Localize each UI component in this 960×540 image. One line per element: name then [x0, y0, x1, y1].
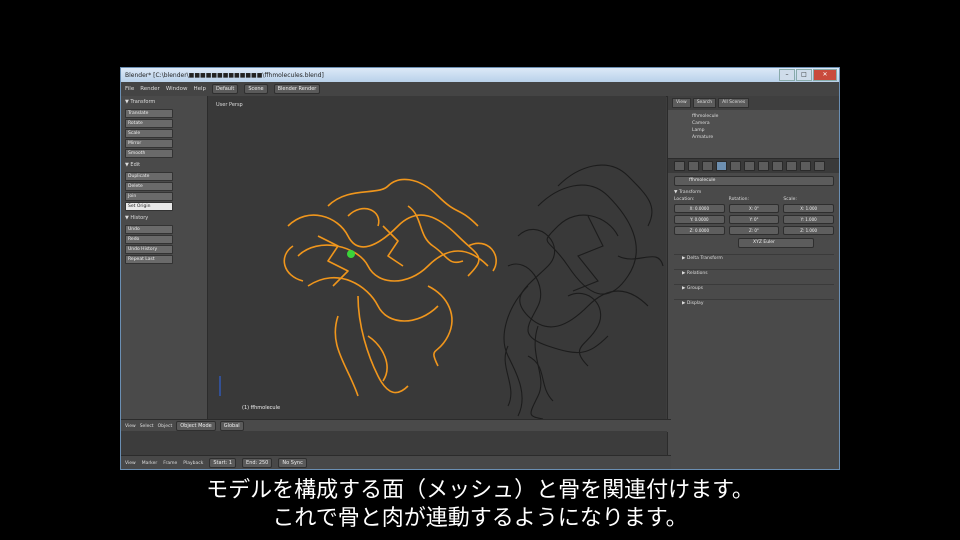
- properties-panel: View Search All Scenes ffhmolecule Camer…: [667, 96, 839, 469]
- scene-selector[interactable]: Scene: [244, 84, 268, 94]
- relations-panel[interactable]: ▶ Relations: [674, 269, 834, 278]
- unselected-molecule[interactable]: [503, 164, 664, 420]
- minimize-button[interactable]: –: [779, 69, 795, 81]
- mirror-button[interactable]: Mirror: [125, 139, 173, 148]
- window-titlebar: Blender* [C:\blender\■■■■■■■■■■■■■\ffhmo…: [121, 68, 839, 82]
- particles-icon[interactable]: [800, 161, 811, 171]
- scale-y-field[interactable]: Y: 1.000: [783, 215, 834, 224]
- location-y-field[interactable]: Y: 0.0000: [674, 215, 725, 224]
- constraints-icon[interactable]: [730, 161, 741, 171]
- groups-panel[interactable]: ▶ Groups: [674, 284, 834, 293]
- viewport-scene[interactable]: [208, 96, 666, 420]
- set-origin-button[interactable]: Set Origin: [125, 202, 173, 211]
- timeline-view-menu[interactable]: View: [125, 461, 136, 466]
- window-controls: – □ ✕: [779, 69, 837, 81]
- orientation-selector[interactable]: Global: [219, 421, 244, 431]
- rotate-button[interactable]: Rotate: [125, 119, 173, 128]
- duplicate-button[interactable]: Duplicate: [125, 172, 173, 181]
- menu-help[interactable]: Help: [194, 86, 207, 92]
- timeline-frame-menu[interactable]: Frame: [163, 461, 177, 466]
- repeat-last-button[interactable]: Repeat Last: [125, 255, 173, 264]
- timeline-playback-menu[interactable]: Playback: [183, 461, 203, 466]
- transform-values: X: 0.0000 X: 0° X: 1.000 Y: 0.0000 Y: 0°…: [674, 204, 834, 235]
- outliner-header: View Search All Scenes: [668, 96, 839, 110]
- redo-button[interactable]: Redo: [125, 235, 173, 244]
- menu-file[interactable]: File: [125, 86, 134, 92]
- location-label: Location:: [674, 197, 695, 202]
- subtitle-line-2: これで骨と肉が連動するようになります。: [272, 506, 688, 531]
- delta-transform-panel[interactable]: ▶ Delta Transform: [674, 254, 834, 263]
- translate-button[interactable]: Translate: [125, 109, 173, 118]
- timeline-header: View Marker Frame Playback Start: 1 End:…: [121, 455, 671, 469]
- outliner-search-menu[interactable]: Search: [692, 98, 717, 108]
- scale-z-field[interactable]: Z: 1.000: [783, 226, 834, 235]
- mode-selector[interactable]: Object Mode: [176, 421, 216, 431]
- location-z-field[interactable]: Z: 0.0000: [674, 226, 725, 235]
- select-menu[interactable]: Select: [140, 424, 154, 429]
- bone-origin-marker[interactable]: [347, 250, 355, 258]
- sync-mode-selector[interactable]: No Sync: [278, 458, 307, 468]
- edit-panel-header[interactable]: ▼ Edit: [121, 159, 207, 171]
- rotation-y-field[interactable]: Y: 0°: [728, 215, 780, 224]
- world-icon[interactable]: [702, 161, 713, 171]
- object-name-field[interactable]: ffhmolecule: [674, 176, 834, 186]
- tool-shelf: ▼ Transform Translate Rotate Scale Mirro…: [121, 96, 208, 419]
- undo-button[interactable]: Undo: [125, 225, 173, 234]
- smooth-button[interactable]: Smooth: [125, 149, 173, 158]
- object-menu[interactable]: Object: [158, 424, 173, 429]
- active-object-label: (1) ffhmolecule: [242, 405, 281, 411]
- object-icon[interactable]: [716, 161, 727, 171]
- blender-window: Blender* [C:\blender\■■■■■■■■■■■■■\ffhmo…: [121, 68, 839, 469]
- texture-icon[interactable]: [786, 161, 797, 171]
- display-panel[interactable]: ▶ Display: [674, 299, 834, 308]
- data-icon[interactable]: [758, 161, 769, 171]
- scale-x-field[interactable]: X: 1.000: [783, 204, 834, 213]
- scale-button[interactable]: Scale: [125, 129, 173, 138]
- layout-selector[interactable]: Default: [212, 84, 239, 94]
- outliner: ffhmolecule Camera Lamp Armature: [668, 110, 839, 159]
- transform-panel-header[interactable]: ▼ Transform: [674, 190, 834, 195]
- scale-label: Scale:: [783, 197, 797, 202]
- view-menu[interactable]: View: [125, 424, 136, 429]
- outliner-display-selector[interactable]: All Scenes: [718, 98, 750, 108]
- viewport-perspective-label: User Persp: [216, 102, 243, 108]
- 3d-viewport[interactable]: User Persp (1) ffhmolecule: [208, 96, 666, 420]
- outliner-item[interactable]: Armature: [678, 134, 830, 141]
- menu-render[interactable]: Render: [140, 86, 160, 92]
- outliner-item[interactable]: ffhmolecule: [678, 113, 830, 120]
- menu-window[interactable]: Window: [166, 86, 188, 92]
- timeline-marker-menu[interactable]: Marker: [142, 461, 158, 466]
- outliner-item[interactable]: Camera: [678, 120, 830, 127]
- start-frame-field[interactable]: Start: 1: [209, 458, 237, 468]
- outliner-item[interactable]: Lamp: [678, 127, 830, 134]
- timeline-area[interactable]: [121, 431, 667, 455]
- rotation-label: Rotation:: [728, 197, 749, 202]
- render-engine-selector[interactable]: Blender Render: [273, 84, 321, 94]
- window-title: Blender* [C:\blender\■■■■■■■■■■■■■\ffhmo…: [125, 71, 324, 79]
- outliner-view-menu[interactable]: View: [672, 98, 691, 108]
- location-x-field[interactable]: X: 0.0000: [674, 204, 725, 213]
- undo-history-button[interactable]: Undo History: [125, 245, 173, 254]
- subtitle-line-1: モデルを構成する面（メッシュ）と骨を関連付けます。: [206, 478, 754, 503]
- close-button[interactable]: ✕: [813, 69, 837, 81]
- menu-bar: File Render Window Help Default Scene Bl…: [121, 82, 839, 97]
- scene-icon[interactable]: [688, 161, 699, 171]
- render-icon[interactable]: [674, 161, 685, 171]
- transform-panel-header[interactable]: ▼ Transform: [121, 96, 207, 108]
- properties-context-tabs: [668, 159, 839, 173]
- rotation-mode-selector[interactable]: XYZ Euler: [738, 238, 814, 248]
- modifiers-icon[interactable]: [744, 161, 755, 171]
- rotation-z-field[interactable]: Z: 0°: [728, 226, 780, 235]
- join-button[interactable]: Join: [125, 192, 173, 201]
- history-panel-header[interactable]: ▼ History: [121, 212, 207, 224]
- material-icon[interactable]: [772, 161, 783, 171]
- transform-labels: Location: Rotation: Scale:: [674, 197, 834, 202]
- rotation-x-field[interactable]: X: 0°: [728, 204, 780, 213]
- end-frame-field[interactable]: End: 250: [242, 458, 273, 468]
- selected-molecule[interactable]: [283, 178, 497, 397]
- physics-icon[interactable]: [814, 161, 825, 171]
- maximize-button[interactable]: □: [796, 69, 812, 81]
- delete-button[interactable]: Delete: [125, 182, 173, 191]
